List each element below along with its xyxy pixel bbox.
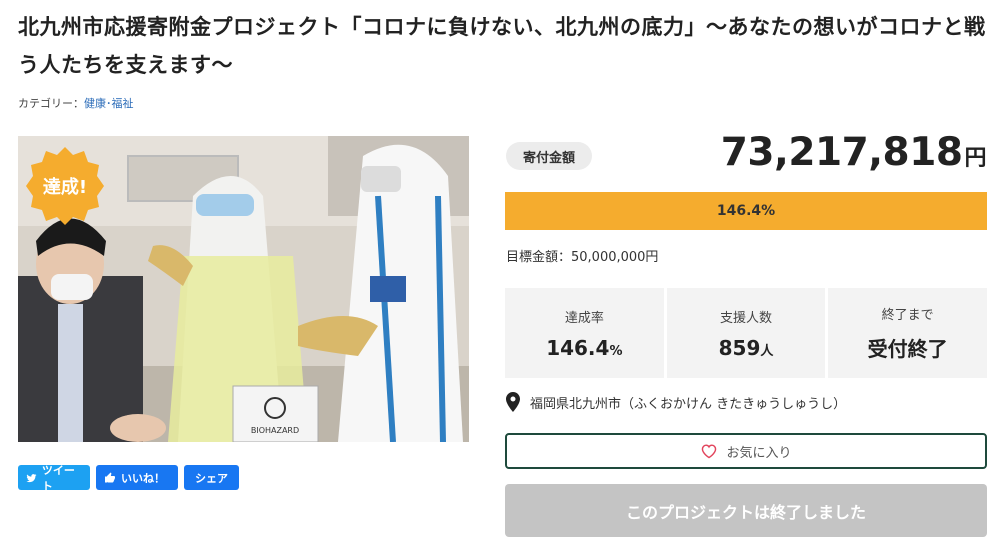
stat-supporters-value: 859人: [719, 336, 774, 360]
map-pin-icon: [506, 392, 520, 412]
stat-remaining: 終了まで 受付終了: [828, 288, 988, 378]
achieved-badge: 達成!: [24, 145, 106, 227]
amount-unit: 円: [964, 146, 986, 171]
stat-remaining-label: 終了まで: [881, 308, 934, 323]
stat-rate: 達成率 146.4%: [505, 288, 664, 378]
like-button[interactable]: いいね！: [96, 465, 178, 490]
stat-rate-label: 達成率: [564, 310, 604, 326]
share-label: シェア: [195, 471, 228, 485]
like-label: いいね！: [121, 471, 165, 485]
stat-rate-value: 146.4%: [546, 336, 622, 360]
rate-unit: %: [609, 343, 623, 359]
rate-number: 146.4: [546, 335, 610, 360]
page-title: 北九州市応援寄附金プロジェクト「コロナに負けない、北九州の底力」〜あなたの想いが…: [18, 15, 986, 77]
location: 福岡県北九州市（ふくおかけん きたきゅうしゅうし）: [506, 392, 846, 412]
donation-amount: 73,217,818円: [720, 130, 987, 175]
stat-remaining-value: 受付終了: [867, 337, 948, 361]
stat-supporters: 支援人数 859人: [666, 288, 826, 378]
favorite-label: お気に入り: [726, 445, 792, 461]
thumbs-up-icon: [105, 472, 115, 482]
goal-amount: 目標金額：50,000,000円: [506, 250, 659, 265]
category-label: カテゴリー：: [18, 97, 84, 110]
supporters-unit: 人: [760, 343, 774, 359]
bag-label: BIOHAZARD: [251, 426, 299, 435]
progress-bar: 146.4%: [505, 192, 987, 230]
donation-label: 寄付金額: [506, 142, 592, 170]
heart-icon: [702, 444, 717, 459]
twitter-icon: [26, 473, 37, 482]
badge-label: 達成!: [42, 177, 88, 198]
project-ended-button: このプロジェクトは終了しました: [505, 484, 987, 537]
supporters-number: 859: [718, 335, 761, 360]
category-line: カテゴリー：健康･福祉: [18, 95, 134, 111]
stat-supporters-label: 支援人数: [720, 310, 773, 326]
tweet-label: ツイート: [41, 463, 75, 493]
favorite-button[interactable]: お気に入り: [505, 433, 987, 469]
tweet-button[interactable]: ツイート: [18, 464, 90, 493]
amount-value: 73,217,818: [720, 130, 963, 175]
location-text: 福岡県北九州市（ふくおかけん きたきゅうしゅうし）: [530, 396, 847, 412]
project-photo: BIOHAZARD 達成!: [18, 136, 469, 442]
share-button[interactable]: シェア: [184, 465, 239, 490]
stats-panel: 達成率 146.4% 支援人数 859人 終了まで 受付終了: [505, 288, 988, 378]
progress-text: 146.4%: [716, 203, 776, 219]
social-buttons: ツイート いいね！ シェア: [18, 464, 239, 493]
category-link[interactable]: 健康･福祉: [84, 97, 134, 110]
